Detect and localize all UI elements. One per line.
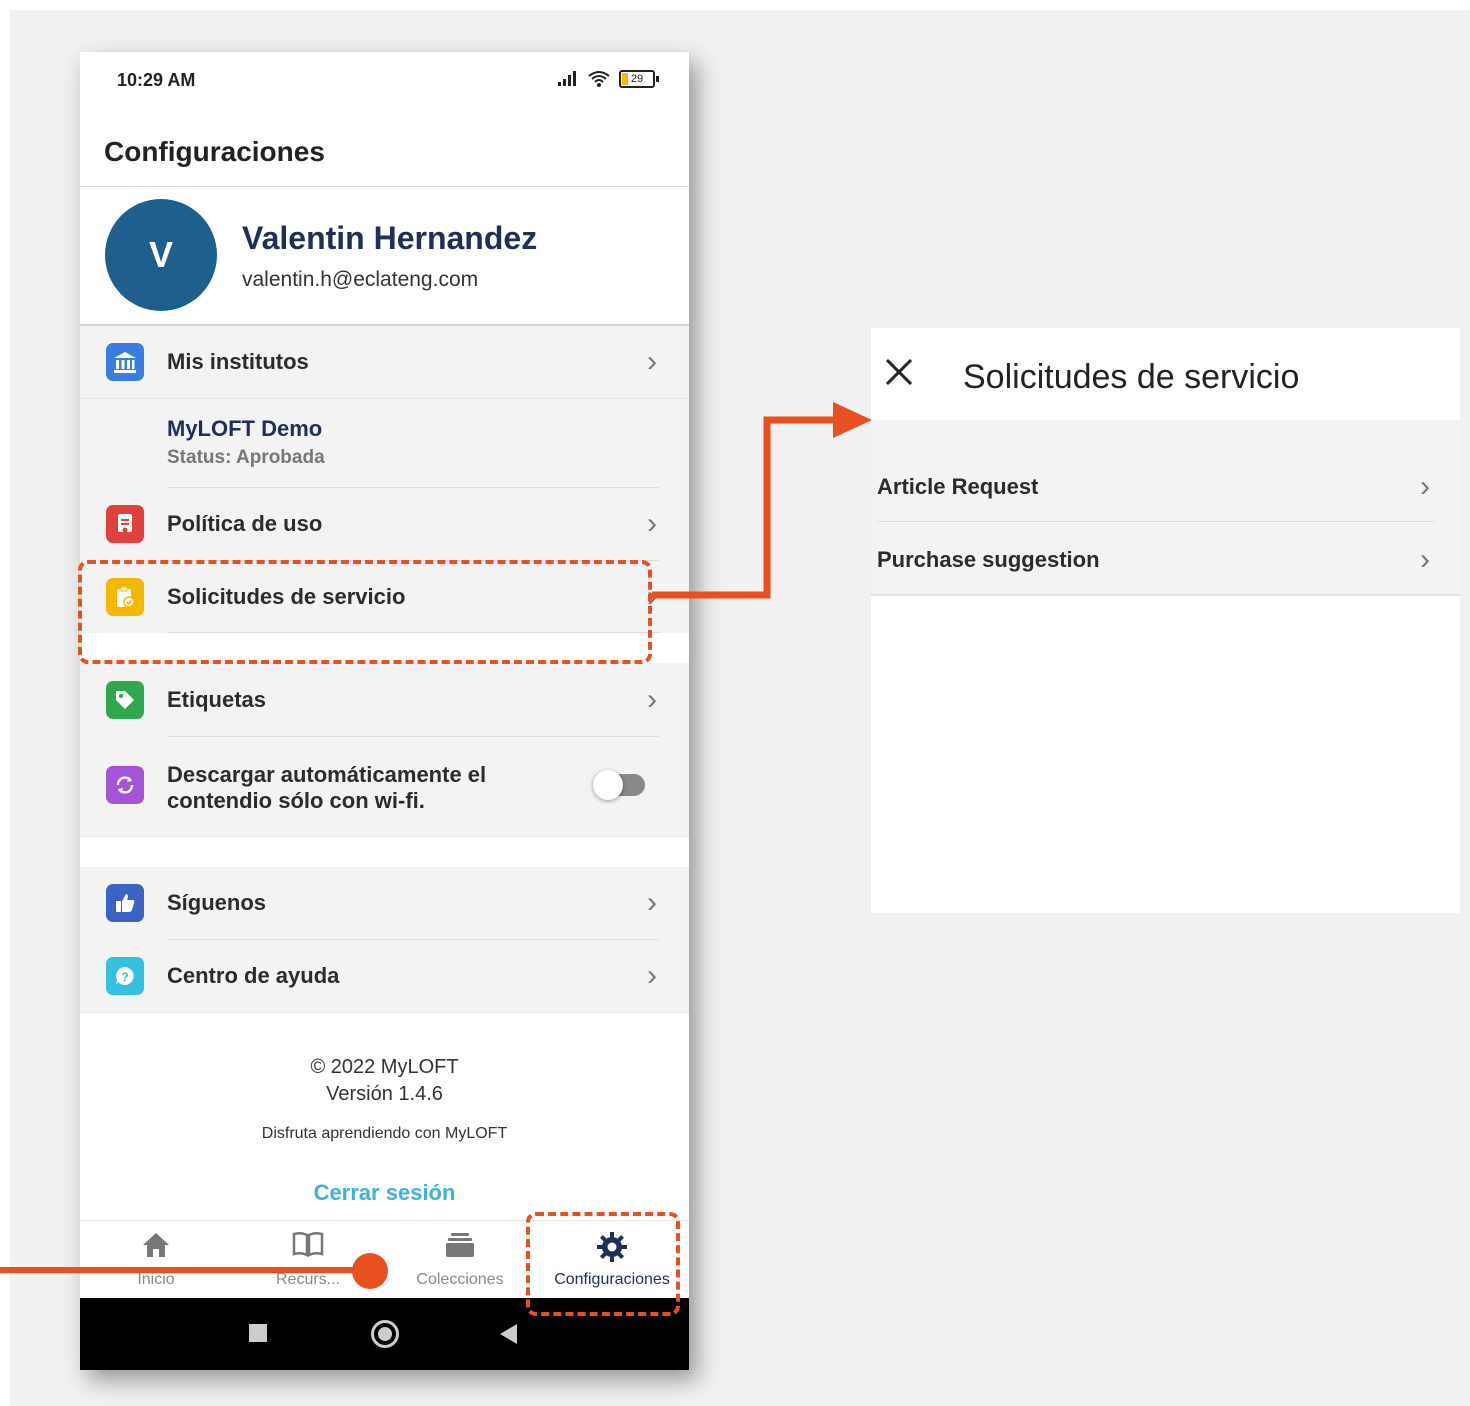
callout-arrowhead (833, 402, 872, 438)
divider (877, 521, 1434, 522)
close-icon[interactable] (881, 354, 917, 390)
chevron-right-icon: › (1420, 543, 1430, 576)
request-label-purchase: Purchase suggestion (877, 547, 1100, 572)
chevron-right-icon: › (1420, 470, 1430, 503)
pointer-dot (352, 1253, 388, 1289)
request-label-article: Article Request (877, 474, 1039, 499)
request-item-purchase[interactable]: Purchase suggestion › (871, 523, 1460, 595)
service-requests-panel: Solicitudes de servicio Article Request … (871, 328, 1460, 913)
callout-arrow-line (652, 416, 836, 599)
request-item-article[interactable]: Article Request › (871, 450, 1460, 522)
divider (871, 594, 1460, 596)
panel-title: Solicitudes de servicio (963, 358, 1300, 396)
